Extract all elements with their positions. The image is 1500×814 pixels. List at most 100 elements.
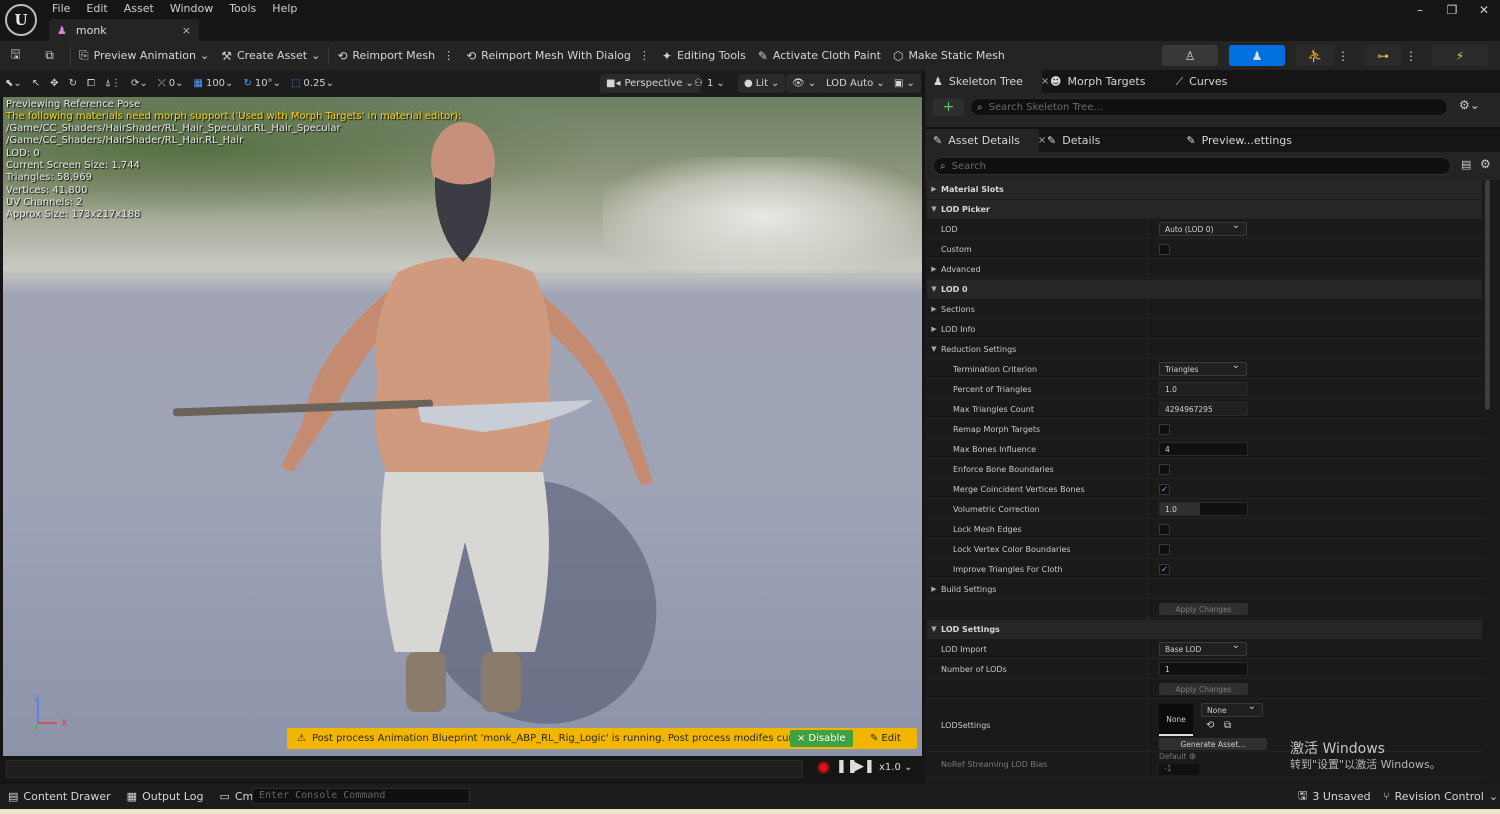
reimport-mesh-dialog-button[interactable]: ⟲ Reimport Mesh With Dialog ⋮ (460, 41, 656, 70)
tab-details[interactable]: ✎ Details (1039, 129, 1108, 152)
animation-mode-button[interactable]: ⛹ (1296, 45, 1334, 66)
grid-snap-button[interactable]: ▦ 100 ⌄ (189, 70, 239, 97)
group-lod-info[interactable]: ▶ LOD Info (927, 320, 1482, 339)
select-tool-button[interactable]: ↖ (27, 70, 45, 97)
viewport-layout-dropdown[interactable]: ▣ ⌄ (888, 74, 921, 93)
create-asset-button[interactable]: ⚒ Create Asset ⌄ (215, 41, 326, 70)
add-icon[interactable]: + (933, 98, 964, 116)
more-options-icon[interactable]: ⋮ (443, 49, 454, 62)
editing-tools-button[interactable]: ✦ Editing Tools (656, 41, 752, 70)
document-tab-monk[interactable]: ♟ monk × (49, 19, 199, 41)
camera-speed-button[interactable]: ⚇ 1 ⌄ (688, 74, 731, 93)
blueprint-mode-button[interactable]: ⊶ (1364, 45, 1402, 66)
details-scrollbar[interactable] (1485, 180, 1490, 410)
tab-skeleton-tree[interactable]: ♟ Skeleton Tree × (925, 70, 1049, 93)
browse-folder-icon[interactable]: ⧉ (1224, 720, 1231, 731)
revision-control-button[interactable]: ⑂ Revision Control ⌄ (1375, 784, 1500, 809)
tab-preview-settings[interactable]: ✎ Preview...ettings (1178, 129, 1300, 152)
lod-dropdown[interactable]: LOD Auto ⌄ (820, 74, 891, 93)
menu-help[interactable]: Help (264, 0, 305, 18)
max-triangles-input[interactable]: 4294967295 (1159, 402, 1248, 416)
more-options-icon[interactable]: ⋮ (1336, 45, 1350, 66)
tab-morph-targets[interactable]: ☻ Morph Targets (1042, 70, 1153, 93)
noref-input[interactable]: -1 (1159, 764, 1199, 775)
lodsettings-dropdown[interactable]: None (1201, 701, 1263, 717)
lod-dropdown[interactable]: Auto (LOD 0) (1159, 220, 1247, 236)
menu-file[interactable]: File (44, 0, 78, 18)
more-options-icon[interactable]: ⋮ (1404, 45, 1418, 66)
make-static-mesh-button[interactable]: ⬡ Make Static Mesh (887, 41, 1011, 70)
table-view-icon[interactable]: ▤ (1461, 158, 1471, 171)
close-tab-icon[interactable]: × (182, 24, 191, 37)
menu-window[interactable]: Window (162, 0, 221, 18)
scale-snap-button[interactable]: ⬚ 0.25 ⌄ (286, 70, 339, 97)
lod-import-dropdown[interactable]: Base LOD (1159, 640, 1247, 656)
lodsettings-thumbnail[interactable]: None (1159, 704, 1193, 736)
preview-animation-button[interactable]: ⎘ Preview Animation ⌄ (73, 41, 215, 70)
output-log-button[interactable]: ▦ Output Log (119, 784, 212, 809)
reimport-mesh-button[interactable]: ⟲ Reimport Mesh ⋮ (331, 41, 460, 70)
improve-triangles-checkbox[interactable]: ✓ (1159, 564, 1170, 575)
content-drawer-button[interactable]: ▤ Content Drawer (0, 784, 119, 809)
lock-mesh-edges-checkbox[interactable] (1159, 524, 1170, 535)
group-sections[interactable]: ▶ Sections (927, 300, 1482, 319)
volumetric-correction-slider[interactable]: 1.0 (1159, 502, 1248, 516)
details-search-input[interactable]: ⌕ Search (933, 157, 1451, 175)
generate-asset-button[interactable]: Generate Asset... (1159, 738, 1267, 750)
termination-criterion-dropdown[interactable]: Triangles (1159, 360, 1247, 376)
category-lod-picker[interactable]: ▼ LOD Picker (927, 200, 1482, 219)
tab-curves[interactable]: ⟋ Curves (1167, 70, 1235, 93)
activate-cloth-paint-button[interactable]: ✎ Activate Cloth Paint (752, 41, 887, 70)
playback-speed-dropdown[interactable]: x1.0 ⌄ (879, 762, 912, 773)
merge-coincident-checkbox[interactable]: ✓ (1159, 484, 1170, 495)
unsaved-button[interactable]: 🖫 3 Unsaved (1290, 784, 1379, 809)
physics-mode-button[interactable]: ⚡ (1432, 45, 1488, 66)
translate-tool-button[interactable]: ✥ (45, 70, 63, 97)
more-options-icon[interactable]: ⋮ (639, 49, 650, 62)
unreal-logo-icon[interactable]: U (5, 4, 37, 36)
close-window-icon[interactable]: ✕ (1468, 0, 1500, 17)
number-of-lods-input[interactable]: 1 (1159, 662, 1248, 676)
menu-tools[interactable]: Tools (221, 0, 264, 18)
save-button[interactable]: 🖫 (0, 41, 36, 70)
category-lod0[interactable]: ▼ LOD 0 (927, 280, 1482, 299)
tab-asset-details[interactable]: ✎ Asset Details × (925, 129, 1046, 152)
show-flags-dropdown[interactable]: 👁 ⌄ (786, 74, 823, 93)
record-icon[interactable] (817, 761, 830, 774)
console-command-input[interactable]: Enter Console Command (252, 788, 470, 804)
max-bones-input[interactable]: 4 (1159, 442, 1248, 456)
menu-edit[interactable]: Edit (78, 0, 115, 18)
group-reduction-settings[interactable]: ▼ Reduction Settings (927, 340, 1482, 359)
lighting-mode-dropdown[interactable]: ● Lit ⌄ (738, 74, 786, 93)
category-advanced[interactable]: ▶ Advanced (927, 260, 1482, 279)
group-build-settings[interactable]: ▶ Build Settings (927, 580, 1482, 599)
enforce-bone-boundaries-checkbox[interactable] (1159, 464, 1170, 475)
edit-button[interactable]: ✎ Edit (863, 730, 908, 747)
disable-button[interactable]: × Disable (790, 730, 853, 747)
step-forward-icon[interactable]: ▶❚ (854, 759, 875, 774)
skeleton-tree-search[interactable]: ⌕ Search Skeleton Tree... (970, 98, 1448, 116)
apply-changes-button[interactable]: Apply Changes (1159, 683, 1248, 695)
maximize-icon[interactable]: ❐ (1436, 0, 1468, 17)
percent-triangles-input[interactable]: 1.0 (1159, 382, 1248, 396)
menu-asset[interactable]: Asset (116, 0, 162, 18)
reset-icon[interactable]: ⟲ (1206, 720, 1214, 731)
3d-viewport[interactable]: Previewing Reference Pose The following … (3, 97, 922, 756)
settings-gear-icon[interactable]: ⚙ (1480, 157, 1491, 171)
remap-morph-targets-checkbox[interactable] (1159, 424, 1170, 435)
rotate-tool-button[interactable]: ↻ (64, 70, 82, 97)
lock-vertex-color-checkbox[interactable] (1159, 544, 1170, 555)
apply-changes-button[interactable]: Apply Changes (1159, 603, 1248, 615)
browse-button[interactable]: ⧉ (36, 41, 68, 70)
settings-gear-icon[interactable]: ⚙⌄ (1459, 98, 1480, 112)
angle-snap-button[interactable]: ↻ 10° ⌄ (238, 70, 286, 97)
scale-tool-button[interactable]: ⧠ (82, 70, 100, 97)
rotate-snap-button[interactable]: ⤫ 0 ⌄ (153, 70, 189, 97)
category-material-slots[interactable]: ▶ Material Slots (927, 180, 1482, 199)
timeline-scrubber[interactable] (6, 760, 803, 778)
view-mode-dropdown[interactable]: ■◂ Perspective ⌄ (600, 74, 700, 93)
add-circle-icon[interactable]: ⊕ (1189, 752, 1197, 762)
surface-snap-button[interactable]: ⍋ ⋮ (100, 70, 126, 97)
minimize-icon[interactable]: – (1404, 0, 1436, 17)
select-mode-button[interactable]: ⬉ ⌄ (0, 70, 27, 97)
